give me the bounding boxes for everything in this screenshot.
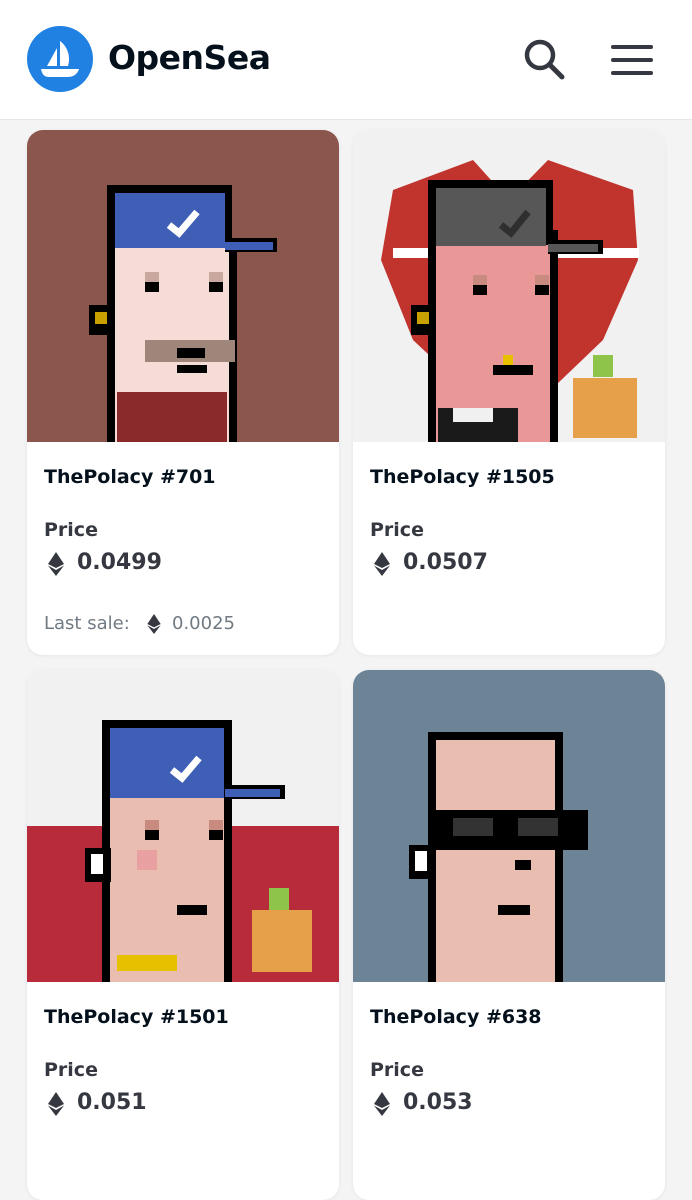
price-value: 0.0507 xyxy=(403,550,488,575)
ethereum-icon xyxy=(374,552,390,576)
nft-image[interactable] xyxy=(353,130,665,442)
last-sale-value: 0.0025 xyxy=(172,613,235,634)
last-sale-label: Last sale: xyxy=(44,613,130,634)
item-name[interactable]: ThePolacy #638 xyxy=(370,1006,542,1028)
price-value: 0.053 xyxy=(403,1090,473,1115)
price-label: Price xyxy=(44,1059,98,1081)
menu-button[interactable] xyxy=(608,40,656,80)
price-label: Price xyxy=(370,1059,424,1081)
nft-image[interactable] xyxy=(353,670,665,982)
nft-image[interactable] xyxy=(27,130,339,442)
price-value: 0.051 xyxy=(77,1090,147,1115)
ethereum-icon xyxy=(48,552,64,576)
nft-card[interactable]: ThePolacy #701 Price 0.0499 Last sale: 0… xyxy=(27,130,339,655)
brand-name[interactable]: OpenSea xyxy=(108,38,271,77)
last-sale: Last sale: 0.0025 xyxy=(44,613,304,637)
ethereum-icon xyxy=(374,1092,390,1116)
top-navigation-bar: OpenSea xyxy=(0,0,692,120)
price-label: Price xyxy=(44,519,98,541)
price-value: 0.0499 xyxy=(77,550,162,575)
nft-card[interactable]: ThePolacy #1501 Price 0.051 xyxy=(27,670,339,1200)
search-icon xyxy=(524,39,565,80)
price-label: Price xyxy=(370,519,424,541)
nft-card[interactable]: ThePolacy #1505 Price 0.0507 xyxy=(353,130,665,655)
item-name[interactable]: ThePolacy #701 xyxy=(44,466,216,488)
search-button[interactable] xyxy=(520,35,570,85)
ethereum-icon xyxy=(48,1092,64,1116)
hamburger-menu-icon xyxy=(611,45,653,75)
nft-image[interactable] xyxy=(27,670,339,982)
nft-card[interactable]: ThePolacy #638 Price 0.053 xyxy=(353,670,665,1200)
item-name[interactable]: ThePolacy #1501 xyxy=(44,1006,229,1028)
item-name[interactable]: ThePolacy #1505 xyxy=(370,466,555,488)
ethereum-icon xyxy=(147,614,161,634)
opensea-logo-icon[interactable] xyxy=(27,26,93,92)
